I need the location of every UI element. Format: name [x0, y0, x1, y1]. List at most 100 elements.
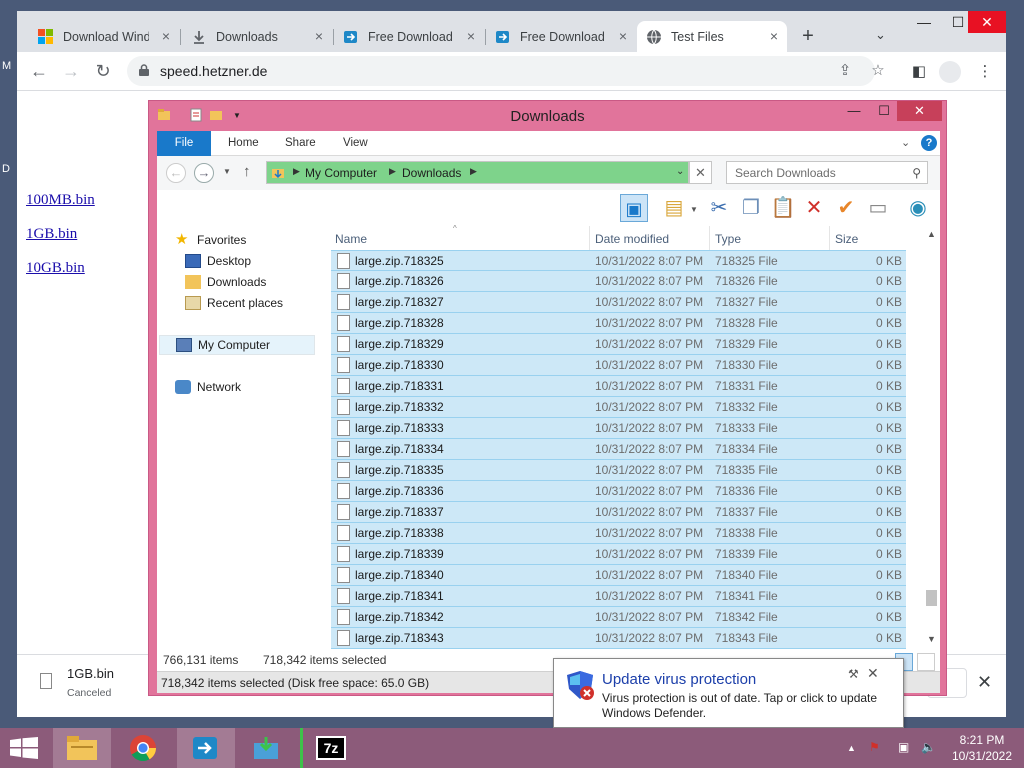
close-tab-icon[interactable]: ×: [767, 29, 781, 43]
windows-start-icon[interactable]: [10, 737, 38, 759]
help-icon[interactable]: ?: [921, 135, 937, 151]
column-date-modified[interactable]: Date modified: [595, 232, 669, 246]
minimize-button[interactable]: —: [839, 101, 869, 121]
scroll-down-icon[interactable]: ▼: [923, 631, 940, 648]
rename-icon[interactable]: ▭: [864, 194, 892, 222]
minimize-button[interactable]: —: [907, 11, 941, 33]
close-tab-icon[interactable]: ×: [312, 29, 326, 43]
table-row[interactable]: large.zip.718342 10/31/2022 8:07 PM 718342…: [331, 607, 906, 628]
tab-downloads[interactable]: Downloads ×: [182, 21, 332, 52]
column-type[interactable]: Type: [715, 232, 741, 246]
nav-favorites[interactable]: ★ Favorites: [175, 230, 246, 250]
nav-downloads[interactable]: Downloads: [185, 272, 266, 292]
vertical-scrollbar[interactable]: ▲ ▼: [923, 226, 940, 649]
breadcrumb-arrow-icon[interactable]: ▶: [293, 166, 300, 177]
taskbar-file-explorer[interactable]: [53, 728, 111, 768]
close-window-button[interactable]: ✕: [897, 101, 942, 121]
link-1gb[interactable]: 1GB.bin: [26, 226, 77, 243]
settings-icon[interactable]: ⚒: [848, 667, 859, 681]
link-10gb[interactable]: 10GB.bin: [26, 260, 85, 277]
clear-address-icon[interactable]: ✕: [689, 161, 712, 184]
table-row[interactable]: large.zip.718329 10/31/2022 8:07 PM 718329…: [331, 334, 906, 355]
link-100mb[interactable]: 100MB.bin: [26, 192, 95, 209]
folder-options-icon[interactable]: ▤: [660, 194, 688, 222]
close-tab-icon[interactable]: ×: [159, 29, 173, 43]
table-row[interactable]: large.zip.718335 10/31/2022 8:07 PM 718335…: [331, 460, 906, 481]
close-notification-icon[interactable]: ✕: [867, 665, 879, 682]
notification-toast[interactable]: Update virus protection Virus protection…: [553, 658, 904, 728]
large-icons-view-icon[interactable]: [917, 653, 935, 671]
network-icon[interactable]: ▣: [898, 740, 909, 754]
tab-home[interactable]: Home: [214, 131, 273, 156]
table-row[interactable]: large.zip.718336 10/31/2022 8:07 PM 718336…: [331, 481, 906, 502]
nav-desktop[interactable]: Desktop: [185, 251, 251, 271]
paste-icon[interactable]: 📋: [769, 194, 797, 222]
tab-file[interactable]: File: [157, 131, 211, 156]
back-arrow-icon[interactable]: ←: [28, 60, 50, 82]
close-shelf-icon[interactable]: ✕: [977, 672, 992, 693]
table-row[interactable]: large.zip.718341 10/31/2022 8:07 PM 718341…: [331, 586, 906, 607]
taskbar-7zip[interactable]: 7z: [300, 728, 358, 768]
column-divider[interactable]: [709, 226, 710, 250]
table-row[interactable]: large.zip.718343 10/31/2022 8:07 PM 718343…: [331, 628, 906, 649]
close-window-button[interactable]: ✕: [968, 11, 1006, 33]
address-bar[interactable]: ▶ My Computer ▶ Downloads ▶ ⌄: [266, 161, 689, 184]
scroll-up-icon[interactable]: ▲: [923, 226, 940, 243]
taskbar-app[interactable]: [177, 728, 235, 768]
volume-icon[interactable]: 🔈: [921, 740, 936, 754]
bookmark-star-icon[interactable]: ☆: [869, 62, 887, 80]
menu-kebab-icon[interactable]: ⋮: [974, 61, 996, 83]
breadcrumb-arrow-icon[interactable]: ▶: [470, 166, 477, 177]
options-chevron-icon[interactable]: ▼: [690, 205, 698, 214]
cut-icon[interactable]: ✂: [705, 194, 733, 222]
breadcrumb-downloads[interactable]: Downloads: [402, 166, 461, 180]
forward-arrow-icon[interactable]: →: [194, 163, 214, 183]
table-row[interactable]: large.zip.718331 10/31/2022 8:07 PM 718331…: [331, 376, 906, 397]
nav-network[interactable]: Network: [175, 377, 241, 397]
explorer-titlebar[interactable]: ▼ Downloads — ☐ ✕: [149, 101, 946, 131]
recent-locations-chevron-icon[interactable]: ▼: [223, 167, 231, 176]
breadcrumb-my-computer[interactable]: My Computer: [305, 166, 377, 180]
maximize-button[interactable]: ☐: [869, 101, 899, 121]
delete-icon[interactable]: ✕: [800, 194, 828, 222]
tab-test-files[interactable]: Test Files ×: [637, 21, 787, 52]
address-history-chevron-icon[interactable]: ⌄: [676, 166, 684, 177]
action-center-warning-icon[interactable]: ⚑: [869, 740, 880, 754]
reload-icon[interactable]: ↻: [92, 60, 114, 82]
copy-icon[interactable]: ❐: [737, 194, 765, 222]
back-arrow-icon[interactable]: ←: [166, 163, 186, 183]
table-row[interactable]: large.zip.718330 10/31/2022 8:07 PM 718330…: [331, 355, 906, 376]
checkmark-icon[interactable]: ✔: [832, 194, 860, 222]
table-row[interactable]: large.zip.718338 10/31/2022 8:07 PM 718338…: [331, 523, 906, 544]
tab-view[interactable]: View: [329, 131, 382, 156]
preview-pane-icon[interactable]: ▣: [620, 194, 648, 222]
tab-download-windows[interactable]: Download Wind ×: [29, 21, 179, 52]
table-row[interactable]: large.zip.718333 10/31/2022 8:07 PM 718333…: [331, 418, 906, 439]
scroll-thumb[interactable]: [926, 590, 937, 606]
column-name[interactable]: Name: [335, 232, 367, 246]
nav-recent-places[interactable]: Recent places: [185, 293, 283, 313]
column-divider[interactable]: [589, 226, 590, 250]
table-row[interactable]: large.zip.718340 10/31/2022 8:07 PM 718340…: [331, 565, 906, 586]
tab-search-chevron-icon[interactable]: ⌄: [875, 27, 886, 43]
table-row[interactable]: large.zip.718328 10/31/2022 8:07 PM 718328…: [331, 313, 906, 334]
table-row[interactable]: large.zip.718339 10/31/2022 8:07 PM 718339…: [331, 544, 906, 565]
table-row[interactable]: large.zip.718332 10/31/2022 8:07 PM 718332…: [331, 397, 906, 418]
address-bar[interactable]: speed.hetzner.de ⇪ ☆: [127, 56, 885, 86]
show-hidden-icons-chevron-icon[interactable]: ▲: [847, 743, 856, 753]
column-size[interactable]: Size: [835, 232, 858, 246]
tab-share[interactable]: Share: [271, 131, 330, 156]
tab-free-download-2[interactable]: Free Download | ×: [486, 21, 636, 52]
table-row[interactable]: large.zip.718334 10/31/2022 8:07 PM 718334…: [331, 439, 906, 460]
table-row[interactable]: large.zip.718337 10/31/2022 8:07 PM 718337…: [331, 502, 906, 523]
new-tab-button[interactable]: +: [796, 25, 820, 48]
search-input[interactable]: Search Downloads ⚲: [726, 161, 928, 184]
taskbar-installer[interactable]: [238, 728, 296, 768]
expand-ribbon-chevron-icon[interactable]: ⌄: [901, 136, 910, 149]
share-icon[interactable]: ⇪: [836, 62, 854, 80]
download-filename[interactable]: 1GB.bin: [67, 666, 114, 681]
profile-avatar[interactable]: [939, 61, 961, 83]
table-row[interactable]: large.zip.718327 10/31/2022 8:07 PM 718327…: [331, 292, 906, 313]
close-tab-icon[interactable]: ×: [616, 29, 630, 43]
forward-arrow-icon[interactable]: →: [60, 60, 82, 82]
